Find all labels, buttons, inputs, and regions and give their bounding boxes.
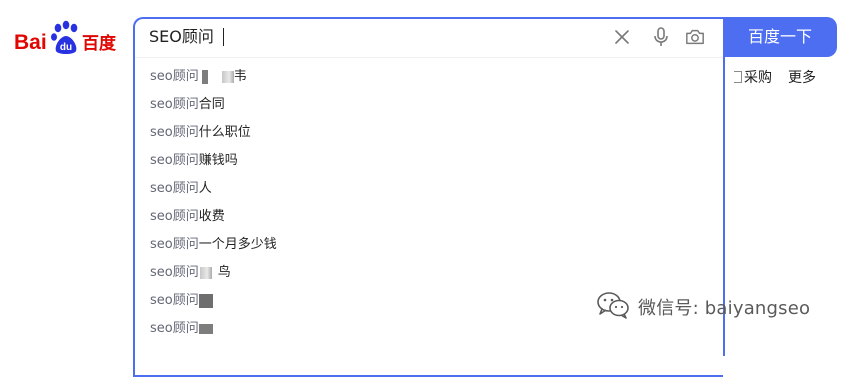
partial-icon <box>734 71 742 83</box>
clear-icon[interactable] <box>612 27 632 47</box>
microphone-icon[interactable] <box>651 27 671 47</box>
baidu-logo[interactable]: Bai du 百度 <box>14 17 120 57</box>
blurred-text <box>221 70 234 83</box>
blurred-text <box>198 323 213 334</box>
suggestion-item[interactable]: seo顾问收费 <box>137 203 723 231</box>
watermark-text: 微信号: baiyangseo <box>638 298 811 319</box>
suggestion-item[interactable]: seo顾问合同 <box>137 91 723 119</box>
wechat-icon <box>596 291 630 324</box>
suggestion-item[interactable]: seo顾问赚钱吗 <box>137 147 723 175</box>
suggestion-item[interactable]: seo顾问鸟 <box>137 259 723 287</box>
camera-icon[interactable] <box>685 27 705 47</box>
search-input-row: SEO顾问 <box>135 19 723 58</box>
suggestion-item[interactable]: seo顾问什么职位 <box>137 119 723 147</box>
blurred-text <box>199 266 212 279</box>
suggestion-item[interactable]: seo顾问韦 <box>137 63 723 91</box>
suggestion-item[interactable]: seo顾问人 <box>137 175 723 203</box>
logo-text-cn: 百度 <box>82 33 117 54</box>
suggestion-item[interactable]: seo顾问一个月多少钱 <box>137 231 723 259</box>
text-caret <box>223 28 224 46</box>
nav-item-more[interactable]: 更多 <box>788 68 816 88</box>
blurred-text <box>198 293 213 308</box>
svg-text:du: du <box>60 42 72 53</box>
nav-item-caigou[interactable]: 采购 <box>734 68 772 88</box>
search-box: SEO顾问 seo顾问韦 seo顾问合同 seo顾问什么职位 seo顾问赚钱吗 … <box>133 17 723 377</box>
logo-text-bai: Bai <box>14 31 47 54</box>
blurred-text <box>201 69 208 84</box>
search-input[interactable]: SEO顾问 <box>149 27 214 47</box>
paw-icon: du <box>51 20 78 54</box>
wechat-watermark: 微信号: baiyangseo <box>596 291 811 324</box>
search-button[interactable]: 百度一下 <box>723 17 837 57</box>
